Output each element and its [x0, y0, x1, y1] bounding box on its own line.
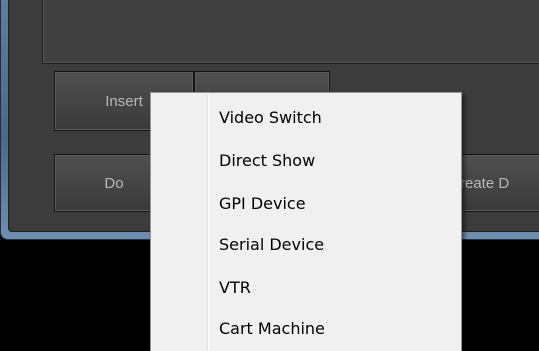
screen: Insert Do reate D Video Switch Direct Sh…	[0, 0, 539, 351]
insert-button-label: Insert	[105, 92, 143, 110]
create-button-label: reate D	[460, 174, 510, 192]
context-menu: Video Switch Direct Show GPI Device Seri…	[150, 92, 462, 351]
menu-item-label: GPI Device	[219, 193, 306, 213]
content-panel	[42, 0, 539, 64]
menu-item-serial-device[interactable]: Serial Device	[153, 224, 459, 264]
menu-item-vtr[interactable]: VTR	[153, 267, 459, 307]
menu-item-gpi-device[interactable]: GPI Device	[153, 183, 459, 223]
menu-item-label: Serial Device	[219, 234, 325, 254]
menu-item-direct-show[interactable]: Direct Show	[153, 140, 459, 180]
menu-item-cart-machine[interactable]: Cart Machine	[153, 308, 459, 348]
menu-item-label: Cart Machine	[219, 318, 325, 338]
menu-item-label: Direct Show	[219, 150, 316, 170]
menu-item-label: Video Switch	[219, 107, 322, 127]
menu-item-label: VTR	[219, 277, 251, 297]
do-button-label: Do	[104, 174, 124, 192]
menu-item-video-switch[interactable]: Video Switch	[153, 97, 459, 137]
